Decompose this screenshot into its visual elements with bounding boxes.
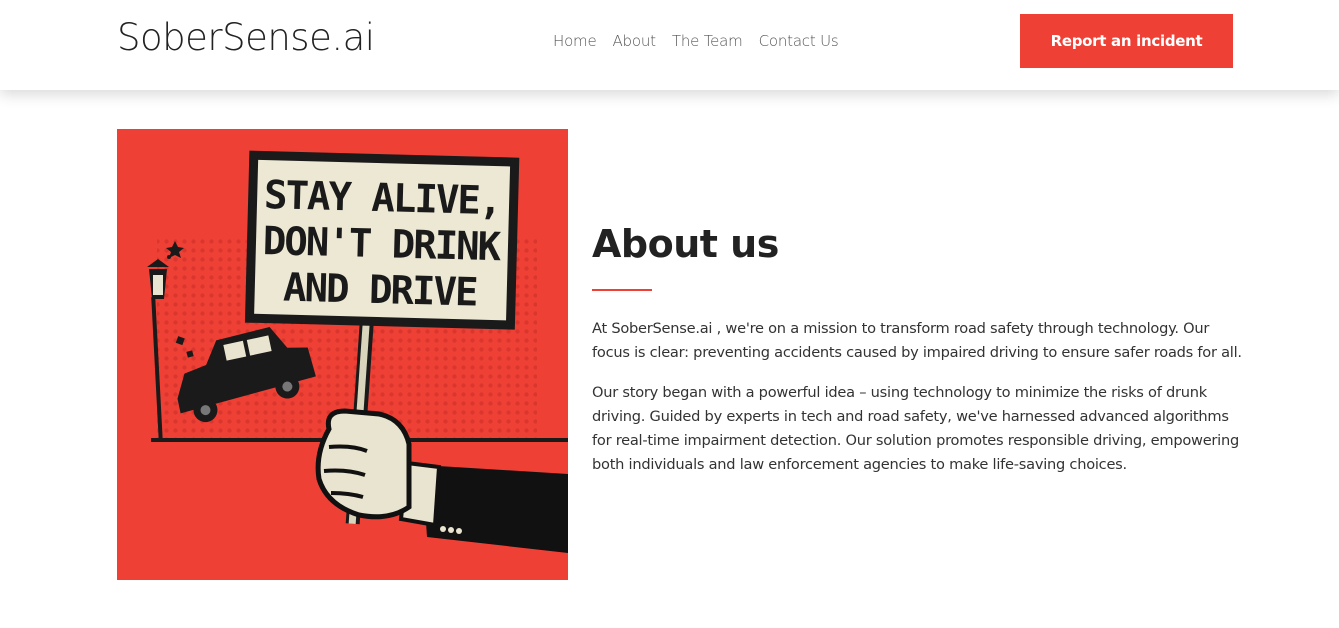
sign-line-3: AND DRIVE: [283, 266, 477, 316]
nav-link-home[interactable]: Home: [553, 32, 597, 50]
brand-logo[interactable]: SoberSense.ai: [117, 16, 375, 59]
nav-link-team[interactable]: The Team: [672, 32, 743, 50]
fist-icon: [315, 408, 412, 520]
nav-links: Home About The Team Contact Us: [553, 32, 839, 50]
hero-illustration: STAY ALIVE, DON'T DRINK AND DRIVE: [117, 129, 568, 580]
protest-sign-illustration: STAY ALIVE, DON'T DRINK AND DRIVE: [147, 150, 568, 553]
about-paragraph-1: At SoberSense.ai , we're on a mission to…: [592, 320, 1242, 361]
about-title: About us: [592, 222, 779, 266]
nav-link-contact[interactable]: Contact Us: [759, 32, 839, 50]
title-divider: [592, 289, 652, 291]
navbar: SoberSense.ai Home About The Team Contac…: [0, 0, 1339, 90]
sign-line-2: DON'T DRINK: [262, 219, 502, 270]
sign-line-1: STAY ALIVE,: [264, 173, 501, 224]
protest-sign: STAY ALIVE, DON'T DRINK AND DRIVE: [244, 150, 520, 330]
about-section: About us At SoberSense.ai , we're on a m…: [592, 220, 1242, 477]
report-incident-button[interactable]: Report an incident: [1020, 14, 1233, 68]
nav-link-about[interactable]: About: [613, 32, 657, 50]
about-paragraph-2: Our story began with a powerful idea – u…: [592, 384, 1239, 473]
